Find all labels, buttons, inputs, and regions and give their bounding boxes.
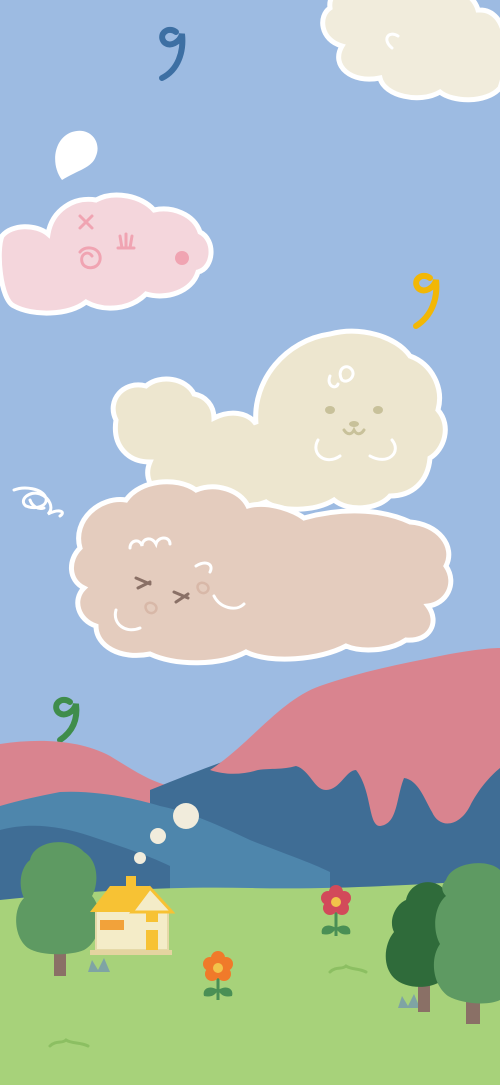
- cream-puppy-nose: [349, 421, 359, 427]
- flower-icon: [203, 951, 233, 1000]
- flower-icon: [321, 885, 351, 936]
- cream-puppy-eye-right: [373, 406, 383, 414]
- pink-cloud-paw: [175, 251, 189, 265]
- wallpaper-illustration: [0, 0, 500, 1085]
- cream-puppy-eye-left: [325, 406, 335, 414]
